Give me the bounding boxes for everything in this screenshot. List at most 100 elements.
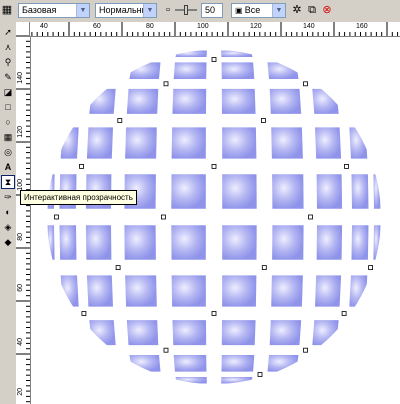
grid-tile[interactable]: [308, 355, 335, 372]
grid-tile[interactable]: [373, 174, 381, 209]
grid-tile[interactable]: [98, 50, 125, 58]
grid-tile[interactable]: [340, 62, 360, 79]
clear-transparency-icon[interactable]: ⊗: [320, 4, 334, 17]
grid-tile[interactable]: [133, 50, 164, 58]
node-handle[interactable]: [308, 214, 313, 220]
grid-tile[interactable]: [222, 174, 257, 209]
freeze-icon[interactable]: ✲: [290, 4, 304, 17]
grid-tile[interactable]: [221, 88, 256, 114]
grid-tile[interactable]: [125, 127, 157, 159]
chevron-down-icon[interactable]: ▼: [143, 4, 156, 17]
grid-tile[interactable]: [74, 50, 95, 58]
grid-tile[interactable]: [59, 225, 77, 260]
grid-tile[interactable]: [175, 50, 207, 58]
grid-tile[interactable]: [308, 62, 335, 79]
grid-tile[interactable]: [370, 275, 380, 307]
outline-icon[interactable]: ◐: [2, 206, 14, 218]
node-handle[interactable]: [257, 372, 263, 377]
grid-tile[interactable]: [221, 320, 256, 346]
chevron-down-icon[interactable]: ▼: [76, 4, 89, 17]
slider-thumb[interactable]: [184, 5, 188, 15]
node-handle[interactable]: [211, 57, 217, 62]
grid-tile[interactable]: [171, 225, 206, 260]
copy-transparency-icon[interactable]: ⧉: [305, 4, 319, 17]
grid-tile[interactable]: [171, 127, 206, 159]
node-handle[interactable]: [341, 311, 347, 316]
text-icon[interactable]: A: [2, 161, 14, 173]
grid-tile[interactable]: [316, 174, 343, 209]
grid-tile[interactable]: [171, 275, 206, 307]
grid-tile[interactable]: [98, 377, 125, 384]
eyedropper-icon[interactable]: ✑: [2, 191, 14, 203]
grid-tile[interactable]: [352, 377, 364, 384]
ellipse-icon[interactable]: ○: [2, 116, 14, 128]
node-handle[interactable]: [344, 164, 349, 169]
node-handle[interactable]: [211, 164, 217, 169]
grid-tile[interactable]: [85, 225, 112, 260]
grid-tile[interactable]: [126, 320, 159, 346]
node-handle[interactable]: [303, 81, 308, 87]
grid-tile[interactable]: [312, 320, 339, 346]
grid-tile[interactable]: [221, 355, 255, 372]
grid-tile[interactable]: [48, 275, 58, 307]
grid-tile[interactable]: [370, 127, 380, 159]
grid-tile[interactable]: [89, 88, 116, 114]
node-handle[interactable]: [163, 347, 169, 353]
transparency-value-field[interactable]: 50: [201, 3, 223, 18]
grid-tile[interactable]: [360, 62, 371, 79]
ruler-origin[interactable]: [16, 22, 30, 36]
grid-tile[interactable]: [351, 174, 369, 209]
grid-tile[interactable]: [264, 50, 295, 58]
drawing-canvas[interactable]: [31, 37, 400, 404]
grid-tile[interactable]: [315, 127, 342, 159]
grid-tile[interactable]: [267, 355, 299, 372]
grid-tile[interactable]: [340, 355, 360, 372]
sphere-grid-object[interactable]: [31, 37, 400, 404]
basic-shapes-icon[interactable]: ◎: [2, 146, 14, 158]
grid-tile[interactable]: [93, 62, 120, 79]
pick-icon[interactable]: ➚: [2, 26, 14, 38]
fill-icon[interactable]: ◈: [2, 221, 14, 233]
vertical-ruler[interactable]: 140 120 100 80 60 40 20: [16, 36, 31, 404]
transparency-target-select[interactable]: ▣ Все ▼: [231, 3, 286, 18]
grid-tile[interactable]: [272, 174, 304, 209]
grid-tile[interactable]: [63, 320, 83, 346]
grid-tile[interactable]: [271, 275, 303, 307]
grid-tile[interactable]: [222, 127, 257, 159]
interactive-blend-icon[interactable]: ⧗: [1, 175, 15, 189]
grid-tile[interactable]: [333, 377, 354, 384]
horizontal-ruler[interactable]: 40 60 80 100 120 140 160: [16, 22, 400, 37]
grid-tile[interactable]: [93, 355, 120, 372]
grid-tile[interactable]: [52, 88, 62, 114]
grid-tile[interactable]: [272, 225, 304, 260]
freehand-icon[interactable]: ✎: [2, 71, 14, 83]
grid-tile[interactable]: [68, 355, 88, 372]
node-handle[interactable]: [260, 118, 266, 123]
node-handle[interactable]: [117, 118, 123, 123]
grid-tile[interactable]: [129, 62, 161, 79]
grid-tile[interactable]: [315, 275, 342, 307]
node-handle[interactable]: [368, 265, 374, 271]
grid-tile[interactable]: [133, 377, 164, 384]
node-handle[interactable]: [261, 265, 267, 271]
transparency-style-select[interactable]: Базовая ▼: [18, 3, 90, 18]
grid-tile[interactable]: [68, 62, 88, 79]
grid-tile[interactable]: [47, 225, 55, 260]
grid-tile[interactable]: [60, 275, 79, 307]
grid-tile[interactable]: [172, 320, 207, 346]
grid-tile[interactable]: [89, 320, 116, 346]
grid-tile[interactable]: [57, 355, 68, 372]
grid-tile[interactable]: [351, 225, 369, 260]
grid-tile[interactable]: [303, 50, 330, 58]
grid-tile[interactable]: [126, 88, 159, 114]
grid-tile[interactable]: [125, 275, 157, 307]
grid-tile[interactable]: [269, 320, 302, 346]
grid-tile[interactable]: [303, 377, 330, 384]
grid-tile[interactable]: [171, 174, 206, 209]
grid-tile[interactable]: [360, 355, 371, 372]
zoom-icon[interactable]: ⚲: [2, 56, 14, 68]
grid-tile[interactable]: [366, 320, 376, 346]
grid-tile[interactable]: [57, 62, 68, 79]
node-handle[interactable]: [303, 347, 308, 353]
grid-tile[interactable]: [52, 320, 62, 346]
